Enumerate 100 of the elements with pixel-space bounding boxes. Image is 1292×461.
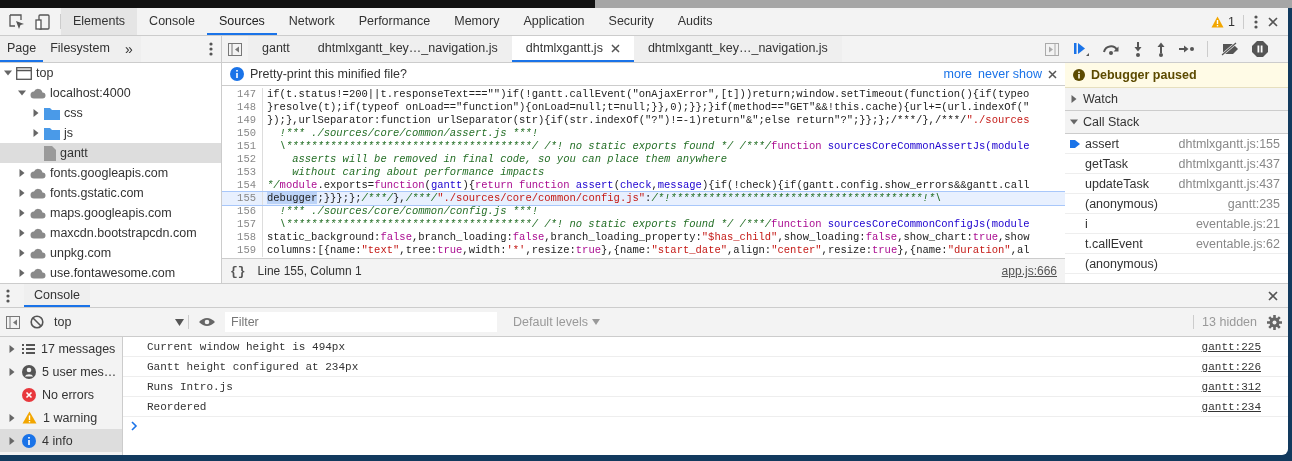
file-tab[interactable]: gantt [248,36,304,62]
collapse-triangle-icon[interactable] [1070,95,1078,103]
resume-icon[interactable] [1073,42,1089,56]
call-frame[interactable]: (anonymous) [1065,254,1288,274]
tree-item[interactable]: js [0,123,221,143]
info-icon [22,433,36,448]
expand-triangle-icon[interactable] [18,89,26,97]
file-tab[interactable]: dhtmlxgantt_key…_navigation.js [303,36,512,62]
collapse-triangle-icon[interactable] [18,209,26,217]
close-icon[interactable] [1048,69,1057,79]
tree-item[interactable]: fonts.gstatic.com [0,183,221,203]
more-tabs-button[interactable]: » [116,36,141,62]
infobar-link[interactable]: more [943,67,973,81]
pretty-print-button[interactable]: {} [230,263,246,279]
more-icon[interactable] [1254,14,1258,29]
collapse-triangle-icon[interactable] [32,109,40,117]
tree-item[interactable]: top [0,63,221,83]
message-group[interactable]: No errors [0,383,122,406]
line-number: 157 [222,218,263,231]
prompt-icon[interactable] [131,421,138,431]
close-icon[interactable] [610,43,620,53]
drawer-tab[interactable]: Console [24,284,90,307]
panel-tab[interactable]: Audits [665,8,725,35]
sidebar-toggle-icon[interactable] [6,315,20,329]
tree-item[interactable]: css [0,103,221,123]
sidebar-toggle-icon[interactable] [228,42,242,56]
navigator-tab[interactable]: Page [0,36,44,62]
cloud-icon [30,267,46,279]
panel-tab[interactable]: Application [511,8,597,35]
call-frame[interactable]: getTask dhtmlxgantt.js:437 [1065,154,1288,174]
file-tab[interactable]: dhtmlxgantt.js [511,36,634,62]
call-frame[interactable]: i eventable.js:21 [1065,214,1288,234]
expand-triangle-icon[interactable] [1070,118,1078,126]
source-link[interactable]: gantt:312 [1201,380,1261,393]
deactivate-breakpoints-icon[interactable] [1221,42,1239,56]
tree-item[interactable]: unpkg.com [0,243,221,263]
collapse-triangle-icon[interactable] [18,169,26,177]
source-link[interactable]: gantt:234 [1201,400,1261,413]
source-link[interactable]: app.js:666 [1001,264,1057,278]
step-out-icon[interactable] [1156,41,1166,57]
tree-item[interactable]: maxcdn.bootstrapcdn.com [0,223,221,243]
collapse-triangle-icon[interactable] [8,413,16,422]
code-line: \***************************************/ /*! no static exports found */ /***/function sourcesCoreCommonAssertJs(module [278,140,1030,153]
cursor-position: Line 155, Column 1 [257,264,362,278]
collapse-triangle-icon[interactable] [8,367,16,376]
pause-icon[interactable] [1252,41,1268,57]
panel-tab[interactable]: Memory [442,8,512,35]
tree-item[interactable]: localhost:4000 [0,83,221,103]
close-icon[interactable] [1268,16,1278,27]
panel-tab[interactable]: Performance [346,8,443,35]
section-header[interactable]: Watch [1065,88,1288,111]
file-tab[interactable]: dhtmlxgantt_key…_navigation.js [633,36,842,62]
message-group[interactable]: 5 user mes… [0,360,122,383]
tree-item[interactable]: fonts.googleapis.com [0,163,221,183]
collapse-triangle-icon[interactable] [8,436,16,445]
collapse-triangle-icon[interactable] [18,189,26,197]
step-icon[interactable] [1179,44,1194,54]
clear-icon[interactable] [30,315,44,329]
step-into-icon[interactable] [1133,41,1143,57]
message-group[interactable]: 17 messages [0,337,122,360]
tree-item[interactable]: use.fontawesome.com [0,263,221,283]
panel-tab[interactable]: Security [596,8,666,35]
step-over-icon[interactable] [1102,43,1120,55]
collapse-triangle-icon[interactable] [32,129,40,137]
collapse-triangle-icon[interactable] [18,269,26,277]
call-frame[interactable]: assert dhtmlxgantt.js:155 [1065,134,1288,154]
panel-tab[interactable]: Elements [61,8,138,35]
call-frame[interactable]: t.callEvent eventable.js:62 [1065,234,1288,254]
call-frame[interactable]: (anonymous) gantt:235 [1065,194,1288,214]
settings-icon[interactable] [1267,314,1282,330]
device-icon[interactable] [35,13,50,30]
section-header[interactable]: Call Stack [1065,111,1288,134]
warning-count[interactable]: 1 [1228,14,1235,29]
panel-tab[interactable]: Console [137,8,207,35]
message-group[interactable]: 4 info [0,429,122,452]
collapse-triangle-icon[interactable] [8,344,16,353]
collapse-triangle-icon[interactable] [18,229,26,237]
line-number: 153 [222,166,263,179]
tree-item[interactable]: gantt [0,143,221,163]
collapse-triangle-icon[interactable] [18,249,26,257]
expand-triangle-icon[interactable] [4,69,12,77]
source-link[interactable]: gantt:225 [1201,340,1261,353]
eye-icon[interactable] [199,317,215,327]
code-line: asserts will be removed in final code, so you can place them anywhere [291,153,727,166]
code-line: debugger;}}};};/***/},/***/"./sources/core/common/config.js":/*!****************************************!*\ [267,192,942,205]
message-group[interactable]: 1 warning [0,406,122,429]
inspect-icon[interactable] [9,13,25,30]
source-link[interactable]: gantt:226 [1201,360,1261,373]
close-icon[interactable] [1268,290,1278,301]
more-icon[interactable] [6,288,10,303]
filter-field[interactable]: Filter [225,312,497,332]
infobar-link[interactable]: never show [978,67,1042,81]
tree-item[interactable]: maps.googleapis.com [0,203,221,223]
context-select[interactable]: top [54,315,189,329]
more-icon[interactable] [209,42,213,56]
panel-tab[interactable]: Network [276,8,347,35]
navigator-tab[interactable]: Filesystem [43,36,117,62]
sidebar-toggle-icon[interactable] [1045,42,1059,56]
code-line: static_background:false,branch_loading:false,branch_loading_property:"$has_child",show_loading:false,show_chart:true,show [267,231,1030,244]
call-frame[interactable]: updateTask dhtmlxgantt.js:437 [1065,174,1288,194]
